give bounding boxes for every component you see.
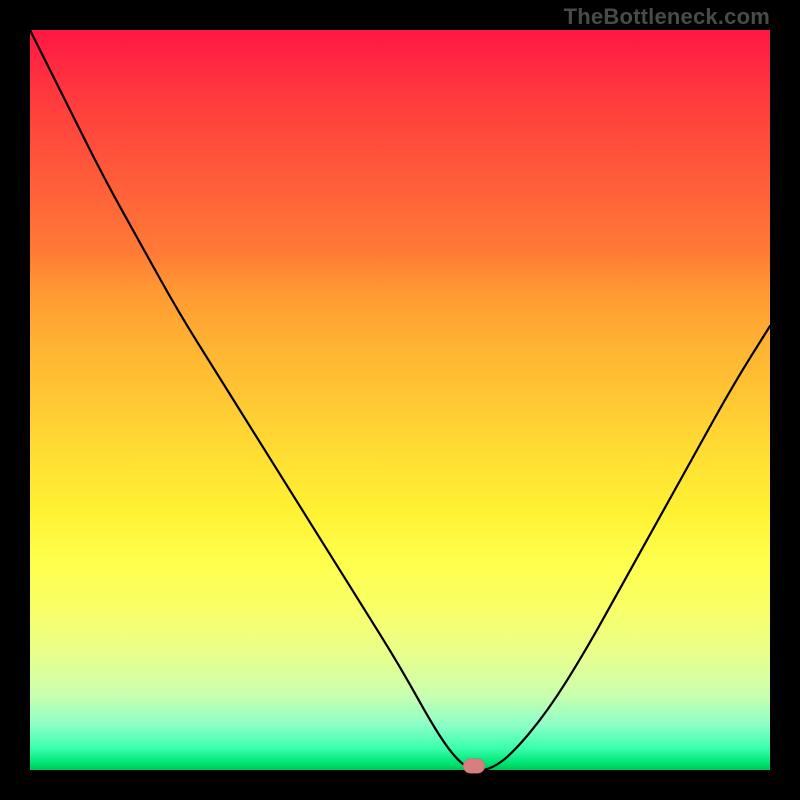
watermark-text: TheBottleneck.com [564, 4, 770, 30]
bottleneck-curve [30, 30, 770, 770]
chart-frame: TheBottleneck.com [0, 0, 800, 800]
plot-area [30, 30, 770, 770]
curve-svg [30, 30, 770, 770]
minimum-marker [463, 759, 485, 774]
